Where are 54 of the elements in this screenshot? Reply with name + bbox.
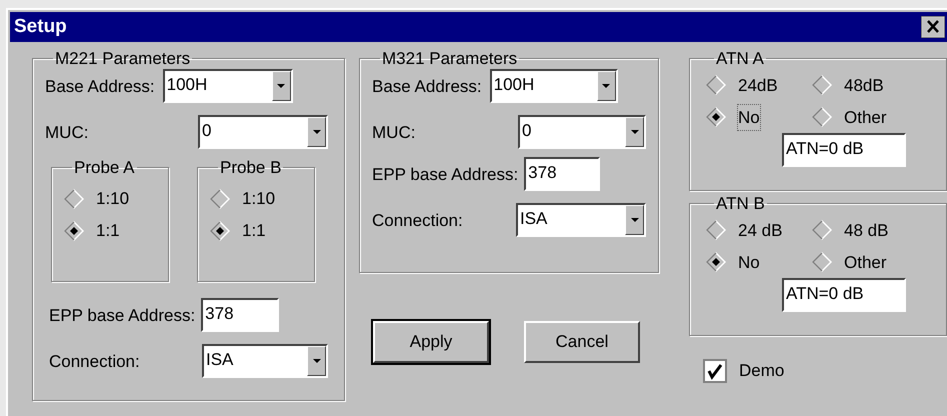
radio-button[interactable] xyxy=(64,188,84,208)
dropdown[interactable]: ISA xyxy=(202,344,328,378)
dropdown[interactable]: 0 xyxy=(518,115,646,150)
radio-button[interactable] xyxy=(210,220,230,240)
checkbox-label: Demo xyxy=(739,360,784,382)
radio-label: 24dB xyxy=(738,74,778,96)
close-icon[interactable] xyxy=(921,16,945,38)
group-title: Probe A xyxy=(73,157,136,178)
group-title: M221 Parameters xyxy=(54,48,192,70)
text-field[interactable]: 378 xyxy=(524,157,600,192)
radio-button[interactable] xyxy=(210,188,230,208)
radio-label: 1:10 xyxy=(242,188,276,210)
radio-label: No xyxy=(738,104,760,130)
radio-label: 1:1 xyxy=(96,220,120,242)
radio-button[interactable] xyxy=(812,75,832,96)
dropdown[interactable]: ISA xyxy=(516,203,646,238)
group-title: Probe B xyxy=(219,157,282,178)
dropdown[interactable]: 100H xyxy=(490,69,618,104)
radio-button[interactable] xyxy=(706,252,726,272)
action-button[interactable]: Cancel xyxy=(524,321,640,363)
field-label: EPP base Address: xyxy=(49,304,196,326)
radio-button[interactable] xyxy=(812,220,832,240)
radio-button[interactable] xyxy=(706,75,726,96)
radio-button[interactable] xyxy=(64,220,84,240)
group-title: M321 Parameters xyxy=(381,48,518,70)
text-field[interactable]: 378 xyxy=(201,298,280,332)
checkbox[interactable] xyxy=(703,358,727,383)
radio-label: 1:1 xyxy=(242,220,266,242)
group-title: ATN A xyxy=(715,48,765,70)
group-title: ATN B xyxy=(715,193,766,214)
field-label: Connection: xyxy=(49,350,140,372)
radio-button[interactable] xyxy=(706,220,726,240)
text-field[interactable]: ATN=0 dB xyxy=(782,278,906,312)
radio-button[interactable] xyxy=(812,252,832,272)
field-label: Connection: xyxy=(372,210,463,232)
field-label: MUC: xyxy=(372,122,416,144)
dropdown[interactable]: 100H xyxy=(162,69,293,104)
field-label: Base Address: xyxy=(45,76,155,98)
field-label: Base Address: xyxy=(372,76,482,98)
radio-label: 24 dB xyxy=(738,220,782,242)
radio-label: Other xyxy=(844,106,887,128)
text-field[interactable]: ATN=0 dB xyxy=(782,133,906,168)
action-button[interactable]: Apply xyxy=(373,321,489,363)
field-label: MUC: xyxy=(45,122,88,144)
radio-button[interactable] xyxy=(706,107,726,128)
field-label: EPP base Address: xyxy=(372,164,518,186)
radio-label: 1:10 xyxy=(96,188,130,210)
dropdown[interactable]: 0 xyxy=(198,115,328,150)
window-title: Setup xyxy=(14,14,67,39)
radio-label: Other xyxy=(844,252,887,274)
radio-button[interactable] xyxy=(812,107,832,128)
radio-label: 48dB xyxy=(844,74,884,96)
radio-label: 48 dB xyxy=(844,220,888,242)
radio-label: No xyxy=(738,252,760,274)
